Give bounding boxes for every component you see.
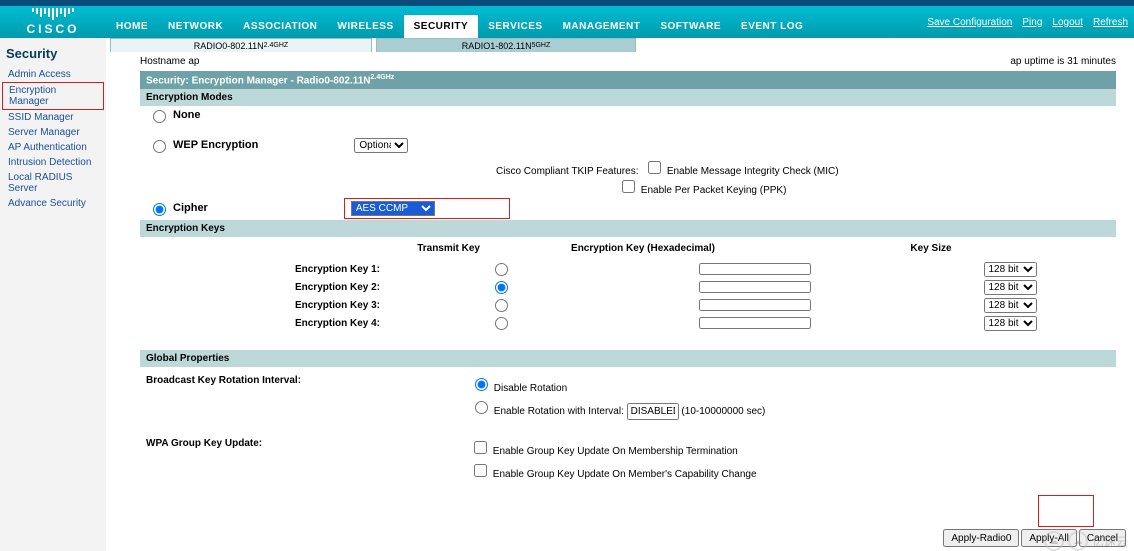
tab-radio0[interactable]: RADIO0-802.11N2.4GHZ — [110, 38, 372, 52]
sidebar-item-radius[interactable]: Local RADIUS Server — [2, 170, 104, 196]
col-size: Key Size — [806, 243, 1056, 254]
key2-hex[interactable] — [699, 281, 811, 293]
main-nav: HOME NETWORK ASSOCIATION WIRELESS SECURI… — [106, 6, 927, 38]
radio-wep[interactable] — [153, 140, 166, 153]
wpa-update-label: WPA Group Key Update: — [140, 438, 470, 457]
radio-enable-rotation[interactable] — [475, 401, 488, 414]
key3-hex[interactable] — [699, 299, 811, 311]
key4-hex[interactable] — [699, 317, 811, 329]
key2-transmit[interactable] — [495, 281, 508, 294]
checkbox-ppk[interactable] — [622, 180, 635, 193]
sidebar-item-apauth[interactable]: AP Authentication — [2, 140, 104, 155]
label-cipher: Cipher — [173, 202, 208, 214]
cipher-select-highlight: AES CCMP — [344, 198, 510, 219]
nav-network[interactable]: NETWORK — [158, 15, 233, 38]
tab-radio0-label: RADIO0-802.11N — [194, 41, 264, 51]
nav-services[interactable]: SERVICES — [478, 15, 552, 38]
radio-none[interactable] — [153, 110, 166, 123]
section-title: Security: Encryption Manager - Radio0-80… — [140, 71, 1116, 89]
cloud-icon: ☁ — [1044, 531, 1064, 551]
nav-management[interactable]: MANAGEMENT — [553, 15, 651, 38]
nav-software[interactable]: SOFTWARE — [650, 15, 731, 38]
key2-size[interactable]: 128 bit — [984, 280, 1037, 295]
nav-wireless[interactable]: WIRELESS — [327, 15, 403, 38]
highlight-box — [1038, 495, 1094, 527]
key3-label: Encryption Key 3: — [140, 300, 400, 311]
radio-cipher[interactable] — [153, 203, 166, 216]
checkbox-membership[interactable] — [474, 441, 487, 454]
sidebar-item-encryption[interactable]: Encryption Manager — [2, 82, 104, 110]
nav-association[interactable]: ASSOCIATION — [233, 15, 327, 38]
tab-radio1-sup: 5GHZ — [532, 42, 551, 49]
label-mic: Enable Message Integrity Check (MIC) — [667, 166, 839, 177]
key3-transmit[interactable] — [495, 299, 508, 312]
checkbox-mic[interactable] — [648, 161, 661, 174]
nav-security[interactable]: SECURITY — [404, 15, 479, 38]
tkip-features-label: Cisco Compliant TKIP Features: — [496, 166, 638, 177]
label-capability: Enable Group Key Update On Member's Capa… — [493, 469, 757, 480]
ping-link[interactable]: Ping — [1022, 17, 1042, 28]
col-hex: Encryption Key (Hexadecimal) — [488, 243, 798, 254]
broadcast-label: Broadcast Key Rotation Interval: — [140, 375, 470, 394]
wep-mode-select[interactable]: Optional — [354, 138, 408, 153]
apply-radio0-button[interactable]: Apply-Radio0 — [943, 529, 1019, 547]
logout-link[interactable]: Logout — [1052, 17, 1083, 28]
col-transmit: Transmit Key — [140, 243, 480, 254]
tab-radio1[interactable]: RADIO1-802.11N5GHZ — [376, 38, 636, 52]
key1-size[interactable]: 128 bit — [984, 262, 1037, 277]
cipher-select[interactable]: AES CCMP — [351, 201, 435, 216]
cloud-icon: ☁ — [1068, 531, 1088, 551]
label-disable-rotation: Disable Rotation — [494, 383, 567, 394]
key1-transmit[interactable] — [495, 263, 508, 276]
label-rotation-range: (10-10000000 sec) — [681, 406, 765, 417]
tab-radio1-label: RADIO1-802.11N — [462, 41, 532, 51]
hostname-label: Hostname ap — [140, 56, 199, 67]
key4-size[interactable]: 128 bit — [984, 316, 1037, 331]
key1-label: Encryption Key 1: — [140, 264, 400, 275]
sidebar-item-admin[interactable]: Admin Access — [2, 67, 104, 82]
key3-size[interactable]: 128 bit — [984, 298, 1037, 313]
save-config-link[interactable]: Save Configuration — [927, 17, 1012, 28]
key4-transmit[interactable] — [495, 317, 508, 330]
uptime-label: ap uptime is 31 minutes — [1010, 56, 1116, 67]
sidebar-item-ssid[interactable]: SSID Manager — [2, 110, 104, 125]
sidebar: Security Admin Access Encryption Manager… — [0, 38, 106, 551]
key2-label: Encryption Key 2: — [140, 282, 400, 293]
radio-disable-rotation[interactable] — [475, 378, 488, 391]
nav-home[interactable]: HOME — [106, 15, 158, 38]
rotation-interval-input[interactable] — [627, 403, 679, 420]
global-properties-bar: Global Properties — [140, 350, 1116, 367]
checkbox-capability[interactable] — [474, 464, 487, 477]
tab-radio0-sup: 2.4GHZ — [264, 42, 289, 49]
watermark: ☁ ☁ 亿速云 — [1044, 531, 1128, 551]
encryption-modes-bar: Encryption Modes — [140, 89, 1116, 106]
main-content: RADIO0-802.11N2.4GHZ RADIO1-802.11N5GHZ … — [106, 38, 1134, 551]
header-bar: CISCO HOME NETWORK ASSOCIATION WIRELESS … — [0, 6, 1134, 38]
top-right-links: Save Configuration Ping Logout Refresh — [927, 17, 1134, 28]
encryption-keys-bar: Encryption Keys — [140, 220, 1116, 237]
sidebar-item-intrusion[interactable]: Intrusion Detection — [2, 155, 104, 170]
cisco-logo: CISCO — [0, 6, 106, 38]
label-none: None — [173, 109, 201, 121]
label-membership: Enable Group Key Update On Membership Te… — [493, 446, 738, 457]
sidebar-item-advance[interactable]: Advance Security — [2, 196, 104, 211]
key1-hex[interactable] — [699, 263, 811, 275]
refresh-link[interactable]: Refresh — [1093, 17, 1128, 28]
nav-eventlog[interactable]: EVENT LOG — [731, 15, 813, 38]
sidebar-title: Security — [2, 44, 104, 63]
watermark-text: 亿速云 — [1092, 533, 1128, 550]
sidebar-item-server[interactable]: Server Manager — [2, 125, 104, 140]
label-enable-rotation: Enable Rotation with Interval: — [494, 406, 624, 417]
label-wep: WEP Encryption — [173, 139, 258, 151]
key4-label: Encryption Key 4: — [140, 318, 400, 329]
label-ppk: Enable Per Packet Keying (PPK) — [641, 185, 787, 196]
logo-text: CISCO — [26, 22, 79, 36]
